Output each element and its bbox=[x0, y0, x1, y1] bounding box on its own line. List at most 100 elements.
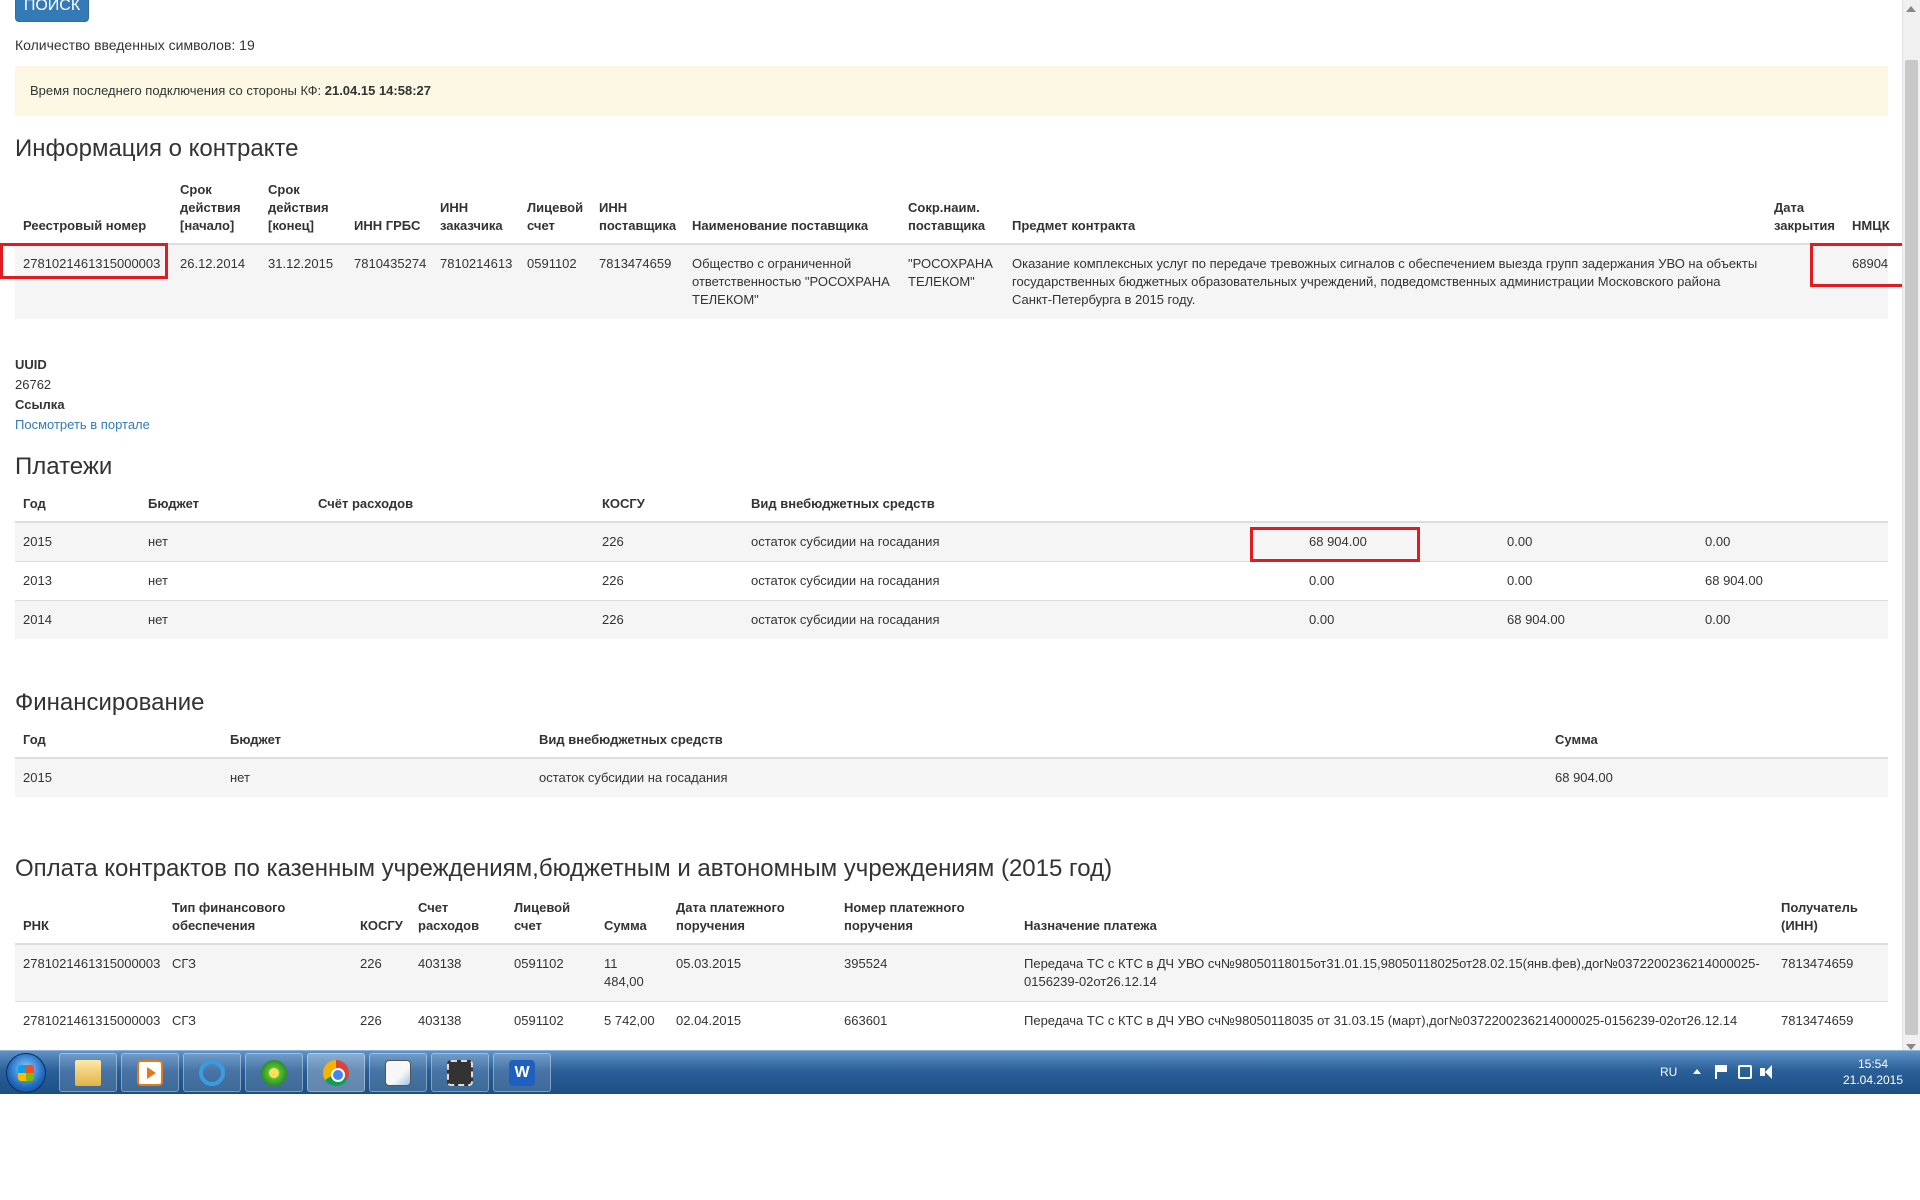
column-header: Номер платежного поручения bbox=[836, 895, 1016, 945]
taskbar-folder-button[interactable] bbox=[59, 1053, 117, 1092]
uuid-value: 26762 bbox=[15, 377, 52, 392]
column-header: РНК bbox=[15, 895, 164, 945]
highlight-box-nmck bbox=[1810, 243, 1909, 287]
alert-label: Время последнего подключения со стороны … bbox=[30, 83, 322, 98]
table-cell: нет bbox=[140, 561, 310, 601]
table-cell: 0.00 bbox=[1301, 600, 1499, 639]
table-cell: СГЗ bbox=[164, 1001, 352, 1040]
action-center-flag-icon[interactable] bbox=[1715, 1065, 1731, 1079]
browser-viewport: ПОИСК Количество введенных символов: 19 … bbox=[0, 0, 1920, 1056]
financing-table: Год Бюджет Вид внебюджетных средств Сумм… bbox=[15, 727, 1888, 797]
table-cell: 0.00 bbox=[1697, 600, 1888, 639]
contract-payments-title: Оплата контрактов по казенным учреждения… bbox=[15, 855, 1113, 882]
table-row: 2781021461315000003 СГЗ 226 403138 05911… bbox=[15, 943, 1888, 1002]
table-cell: Передача ТС с КТС в ДЧ УВО сч№9805011801… bbox=[1016, 943, 1773, 1002]
icq-icon bbox=[261, 1060, 287, 1086]
column-header: Сумма bbox=[596, 895, 668, 945]
language-indicator[interactable]: RU bbox=[1660, 1065, 1677, 1079]
table-cell: 226 bbox=[594, 521, 743, 562]
table-row: 2781021461315000003 26.12.2014 31.12.201… bbox=[15, 243, 1888, 319]
column-header: Дата платежного поручения bbox=[668, 895, 836, 945]
column-header: ИНН поставщика bbox=[591, 177, 684, 245]
internet-explorer-icon bbox=[199, 1060, 225, 1086]
table-cell: 68 904.00 bbox=[1499, 600, 1697, 639]
table-cell: 31.12.2015 bbox=[260, 243, 346, 319]
taskbar-film-button[interactable] bbox=[431, 1053, 489, 1092]
taskbar-word-button[interactable] bbox=[493, 1053, 551, 1092]
table-row: 2013 нет 226 остаток субсидии на госадан… bbox=[15, 561, 1888, 601]
chrome-icon bbox=[323, 1060, 349, 1086]
column-header: Год bbox=[15, 491, 140, 523]
column-header: Тип финансового обеспечения bbox=[164, 895, 352, 945]
table-row: 2015 нет остаток субсидии на госадания 6… bbox=[15, 757, 1888, 797]
payments-title: Платежи bbox=[15, 453, 113, 480]
notepad-icon bbox=[385, 1060, 411, 1086]
word-icon bbox=[509, 1060, 535, 1086]
scroll-thumb[interactable] bbox=[1905, 60, 1918, 1035]
film-icon bbox=[447, 1060, 473, 1086]
network-icon[interactable] bbox=[1738, 1065, 1752, 1079]
table-cell: 226 bbox=[594, 561, 743, 601]
column-header: НМЦК bbox=[1844, 177, 1890, 245]
table-cell: остаток субсидии на госадания bbox=[531, 757, 1547, 797]
table-cell: 68 904.00 bbox=[1697, 561, 1888, 601]
column-header: Бюджет bbox=[222, 727, 531, 759]
start-button-icon[interactable] bbox=[6, 1053, 46, 1093]
table-cell: 7813474659 bbox=[1773, 943, 1888, 1002]
char-count-text: Количество введенных символов: 19 bbox=[15, 37, 255, 53]
table-cell: Передача ТС с КТС в ДЧ УВО сч№9805011803… bbox=[1016, 1001, 1773, 1040]
table-cell: 2014 bbox=[15, 600, 140, 639]
column-header bbox=[1499, 491, 1697, 523]
scroll-up-arrow-icon[interactable] bbox=[1906, 6, 1916, 12]
column-header: Лицевой счет bbox=[519, 177, 591, 245]
column-header: Дата закрытия bbox=[1766, 177, 1844, 245]
clock[interactable]: 15:54 21.04.2015 bbox=[1838, 1056, 1908, 1088]
table-header-row: Год Бюджет Вид внебюджетных средств Сумм… bbox=[15, 727, 1888, 759]
table-cell bbox=[310, 600, 594, 639]
taskbar-icq-button[interactable] bbox=[245, 1053, 303, 1092]
media-player-icon bbox=[137, 1060, 163, 1086]
table-cell: 403138 bbox=[410, 943, 506, 1002]
table-cell: 2015 bbox=[15, 757, 222, 797]
taskbar-chrome-button[interactable] bbox=[307, 1053, 365, 1092]
blank-area bbox=[0, 1094, 1920, 1200]
column-header: Реестровый номер bbox=[15, 177, 172, 245]
alert-value: 21.04.15 14:58:27 bbox=[324, 83, 431, 98]
table-cell: нет bbox=[140, 600, 310, 639]
contract-payments-table: РНК Тип финансового обеспечения КОСГУ Сч… bbox=[15, 895, 1888, 1040]
table-cell: 0.00 bbox=[1499, 521, 1697, 562]
system-tray: RU 15:54 21.04.2015 bbox=[1660, 1051, 1920, 1095]
taskbar-media-player-button[interactable] bbox=[121, 1053, 179, 1092]
contract-info-table: Реестровый номер Срок действия [начало] … bbox=[15, 177, 1890, 319]
table-cell: нет bbox=[222, 757, 531, 797]
financing-title: Финансирование bbox=[15, 689, 205, 716]
last-connection-alert: Время последнего подключения со стороны … bbox=[15, 66, 1888, 116]
table-cell: 0.00 bbox=[1301, 561, 1499, 601]
taskbar-ie-button[interactable] bbox=[183, 1053, 241, 1092]
table-header-row: Год Бюджет Счёт расходов КОСГУ Вид внебю… bbox=[15, 491, 1888, 523]
column-header bbox=[1301, 491, 1499, 523]
tray-expand-arrow-icon[interactable] bbox=[1693, 1069, 1701, 1074]
column-header: Получатель (ИНН) bbox=[1773, 895, 1888, 945]
table-cell: 68 904.00 bbox=[1547, 757, 1888, 797]
column-header: Сумма bbox=[1547, 727, 1888, 759]
table-cell: 663601 bbox=[836, 1001, 1016, 1040]
column-header: Вид внебюджетных средств bbox=[743, 491, 1301, 523]
table-cell: остаток субсидии на госадания bbox=[743, 561, 1301, 601]
table-cell: 2781021461315000003 bbox=[15, 943, 164, 1002]
column-header: Предмет контракта bbox=[1004, 177, 1766, 245]
volume-icon[interactable] bbox=[1760, 1065, 1774, 1079]
table-cell: 226 bbox=[352, 1001, 410, 1040]
table-cell: 7813474659 bbox=[591, 243, 684, 319]
table-header-row: РНК Тип финансового обеспечения КОСГУ Сч… bbox=[15, 895, 1888, 945]
portal-link[interactable]: Посмотреть в портале bbox=[15, 417, 150, 432]
table-cell: 226 bbox=[352, 943, 410, 1002]
folder-icon bbox=[75, 1060, 101, 1086]
vertical-scrollbar[interactable] bbox=[1902, 0, 1920, 1056]
table-cell: Оказание комплексных услуг по передаче т… bbox=[1004, 243, 1766, 319]
column-header: Счет расходов bbox=[410, 895, 506, 945]
taskbar-notepad-button[interactable] bbox=[369, 1053, 427, 1092]
table-cell: СГЗ bbox=[164, 943, 352, 1002]
table-cell: остаток субсидии на госадания bbox=[743, 600, 1301, 639]
search-button[interactable]: ПОИСК bbox=[15, 0, 89, 22]
